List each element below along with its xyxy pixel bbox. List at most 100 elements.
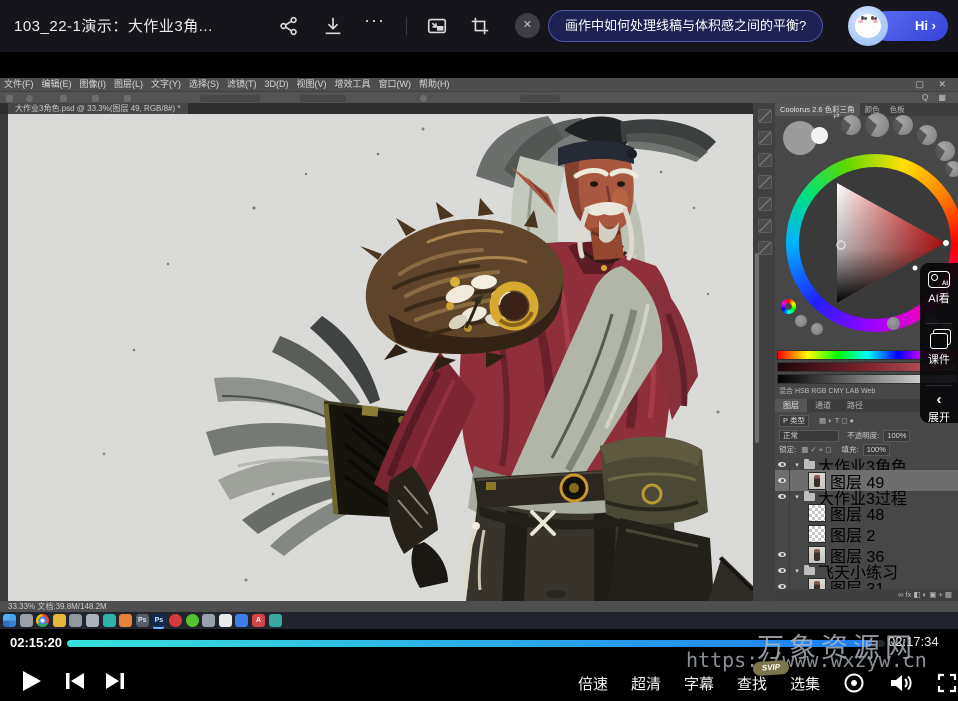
visibility-toggle[interactable]: [775, 565, 790, 576]
progress-played: [67, 640, 872, 647]
taskbar-start[interactable]: [3, 614, 16, 627]
taskbar-ps-alt[interactable]: Ps: [136, 614, 149, 627]
control-button-2[interactable]: 字幕: [684, 673, 714, 694]
taskbar-edge[interactable]: [235, 614, 248, 627]
layers-tab-1[interactable]: 通道: [807, 399, 839, 412]
menu-item-1[interactable]: 编辑(E): [42, 78, 72, 91]
courseware-button[interactable]: 课件: [920, 333, 958, 385]
taskbar-netease-music[interactable]: [169, 614, 182, 627]
ai-question-bubble[interactable]: 画作中如何处理线稿与体积感之间的平衡?: [548, 10, 823, 42]
taskbar-clock-app[interactable]: [86, 614, 99, 627]
tool-option-icon[interactable]: [60, 95, 67, 102]
menu-item-9[interactable]: 增效工具: [335, 78, 371, 91]
record-icon[interactable]: [843, 672, 865, 694]
tool-option-icon[interactable]: [92, 95, 99, 102]
brush-preview-icon[interactable]: [26, 95, 33, 102]
opacity-value[interactable]: 100%: [883, 430, 910, 442]
layer-filter-icons[interactable]: ▦ ◐ T ◻ ●: [819, 416, 854, 425]
taskbar-teal-app[interactable]: [269, 614, 282, 627]
next-button[interactable]: [102, 668, 128, 694]
pip-icon[interactable]: [426, 15, 448, 37]
control-button-3[interactable]: 查找: [737, 673, 767, 694]
home-icon[interactable]: [6, 95, 13, 102]
divider: [926, 385, 952, 386]
menu-item-0[interactable]: 文件(F): [4, 78, 34, 91]
blend-mode-select[interactable]: 正常: [779, 430, 839, 442]
slider-mode-labels[interactable]: 混合 HSB RGB CMY LAB Web: [779, 386, 875, 396]
control-button-1[interactable]: 超清: [631, 673, 661, 694]
menu-item-8[interactable]: 视图(V): [297, 78, 327, 91]
smoothing-field[interactable]: [520, 95, 560, 102]
visibility-toggle[interactable]: [775, 459, 790, 470]
fullscreen-icon[interactable]: [937, 673, 957, 693]
dock-tool-icon[interactable]: [758, 219, 772, 233]
layer-row[interactable]: 图层 2: [775, 523, 958, 544]
group-arrow-icon[interactable]: ▾: [793, 567, 801, 575]
taskbar-firefox[interactable]: [119, 614, 132, 627]
taskbar-apple-music[interactable]: A: [252, 614, 265, 627]
ai-watch-button[interactable]: AI看: [920, 271, 958, 323]
menu-item-6[interactable]: 滤镜(T): [227, 78, 257, 91]
expand-button[interactable]: ‹ 展开: [920, 393, 958, 445]
taskbar-file-explorer[interactable]: [20, 614, 33, 627]
menu-item-2[interactable]: 图像(I): [80, 78, 107, 91]
progress-track[interactable]: [67, 640, 885, 647]
visibility-toggle[interactable]: [775, 544, 790, 565]
download-icon[interactable]: [322, 15, 344, 37]
opacity-field[interactable]: [200, 95, 260, 102]
layers-tab-2[interactable]: 路径: [839, 399, 871, 412]
group-arrow-icon[interactable]: ▾: [793, 461, 801, 469]
divider: [926, 323, 952, 324]
visibility-toggle[interactable]: [775, 491, 790, 502]
layers-tab-0[interactable]: 图层: [775, 399, 807, 412]
control-button-0[interactable]: 倍速: [578, 673, 608, 694]
flow-field[interactable]: [300, 95, 346, 102]
menu-item-4[interactable]: 文字(Y): [151, 78, 181, 91]
menu-item-11[interactable]: 帮助(H): [419, 78, 450, 91]
menu-item-5[interactable]: 选择(S): [189, 78, 219, 91]
menu-item-7[interactable]: 3D(D): [265, 78, 289, 91]
close-question-icon[interactable]: ✕: [515, 13, 540, 38]
ps-document-tab[interactable]: 大作业3角色.psd @ 33.3%(图层 49, RGB/8#) *: [8, 103, 188, 114]
dock-tool-icon[interactable]: [758, 109, 772, 123]
right-buttons-row: 倍速 超清 字幕 查找 选集: [578, 670, 957, 696]
play-button[interactable]: [18, 668, 44, 694]
dock-tool-icon[interactable]: [758, 153, 772, 167]
taskbar-video-app[interactable]: [103, 614, 116, 627]
taskbar-wechat[interactable]: [186, 614, 199, 627]
canvas-scrollbar[interactable]: [755, 253, 759, 443]
taskbar-badge-app[interactable]: [69, 614, 82, 627]
taskbar-paper-plane[interactable]: [202, 614, 215, 627]
options-right-icons[interactable]: Q ▦: [922, 93, 950, 102]
group-arrow-icon[interactable]: ▾: [793, 493, 801, 501]
tool-option-icon[interactable]: [124, 95, 131, 102]
previous-button[interactable]: [62, 668, 88, 694]
taskbar-white-app[interactable]: [219, 614, 232, 627]
crop-icon[interactable]: [469, 15, 491, 37]
dock-tool-icon[interactable]: [758, 131, 772, 145]
layer-thumbnail[interactable]: [808, 525, 826, 543]
taskbar-chrome[interactable]: [36, 614, 49, 627]
taskbar-folder[interactable]: [53, 614, 66, 627]
taskbar-photoshop[interactable]: Ps: [152, 614, 165, 627]
window-controls[interactable]: ▢ ✕: [915, 78, 952, 91]
dock-tool-icon[interactable]: [758, 241, 772, 255]
dock-tool-icon[interactable]: [758, 197, 772, 211]
share-icon[interactable]: [278, 15, 300, 37]
visibility-toggle[interactable]: [775, 523, 790, 544]
layer-thumbnail[interactable]: [808, 504, 826, 522]
control-button-4[interactable]: 选集: [790, 673, 820, 694]
airbrush-icon[interactable]: [420, 95, 427, 102]
visibility-toggle[interactable]: [775, 502, 790, 523]
menu-item-10[interactable]: 窗口(W): [379, 78, 412, 91]
ps-canvas[interactable]: [8, 114, 753, 601]
layer-filter-type[interactable]: P 类型: [779, 415, 809, 427]
menu-item-3[interactable]: 图层(L): [114, 78, 143, 91]
dock-tool-icon[interactable]: [758, 175, 772, 189]
layer-row[interactable]: 图层 48: [775, 502, 958, 523]
visibility-toggle[interactable]: [775, 470, 790, 491]
layers-footer-icons[interactable]: ∞ fx ◧ ◐ ▣ + ▦: [775, 589, 958, 601]
volume-icon[interactable]: [888, 671, 914, 695]
assistant-avatar[interactable]: [848, 6, 888, 46]
more-icon[interactable]: ···: [364, 10, 385, 31]
